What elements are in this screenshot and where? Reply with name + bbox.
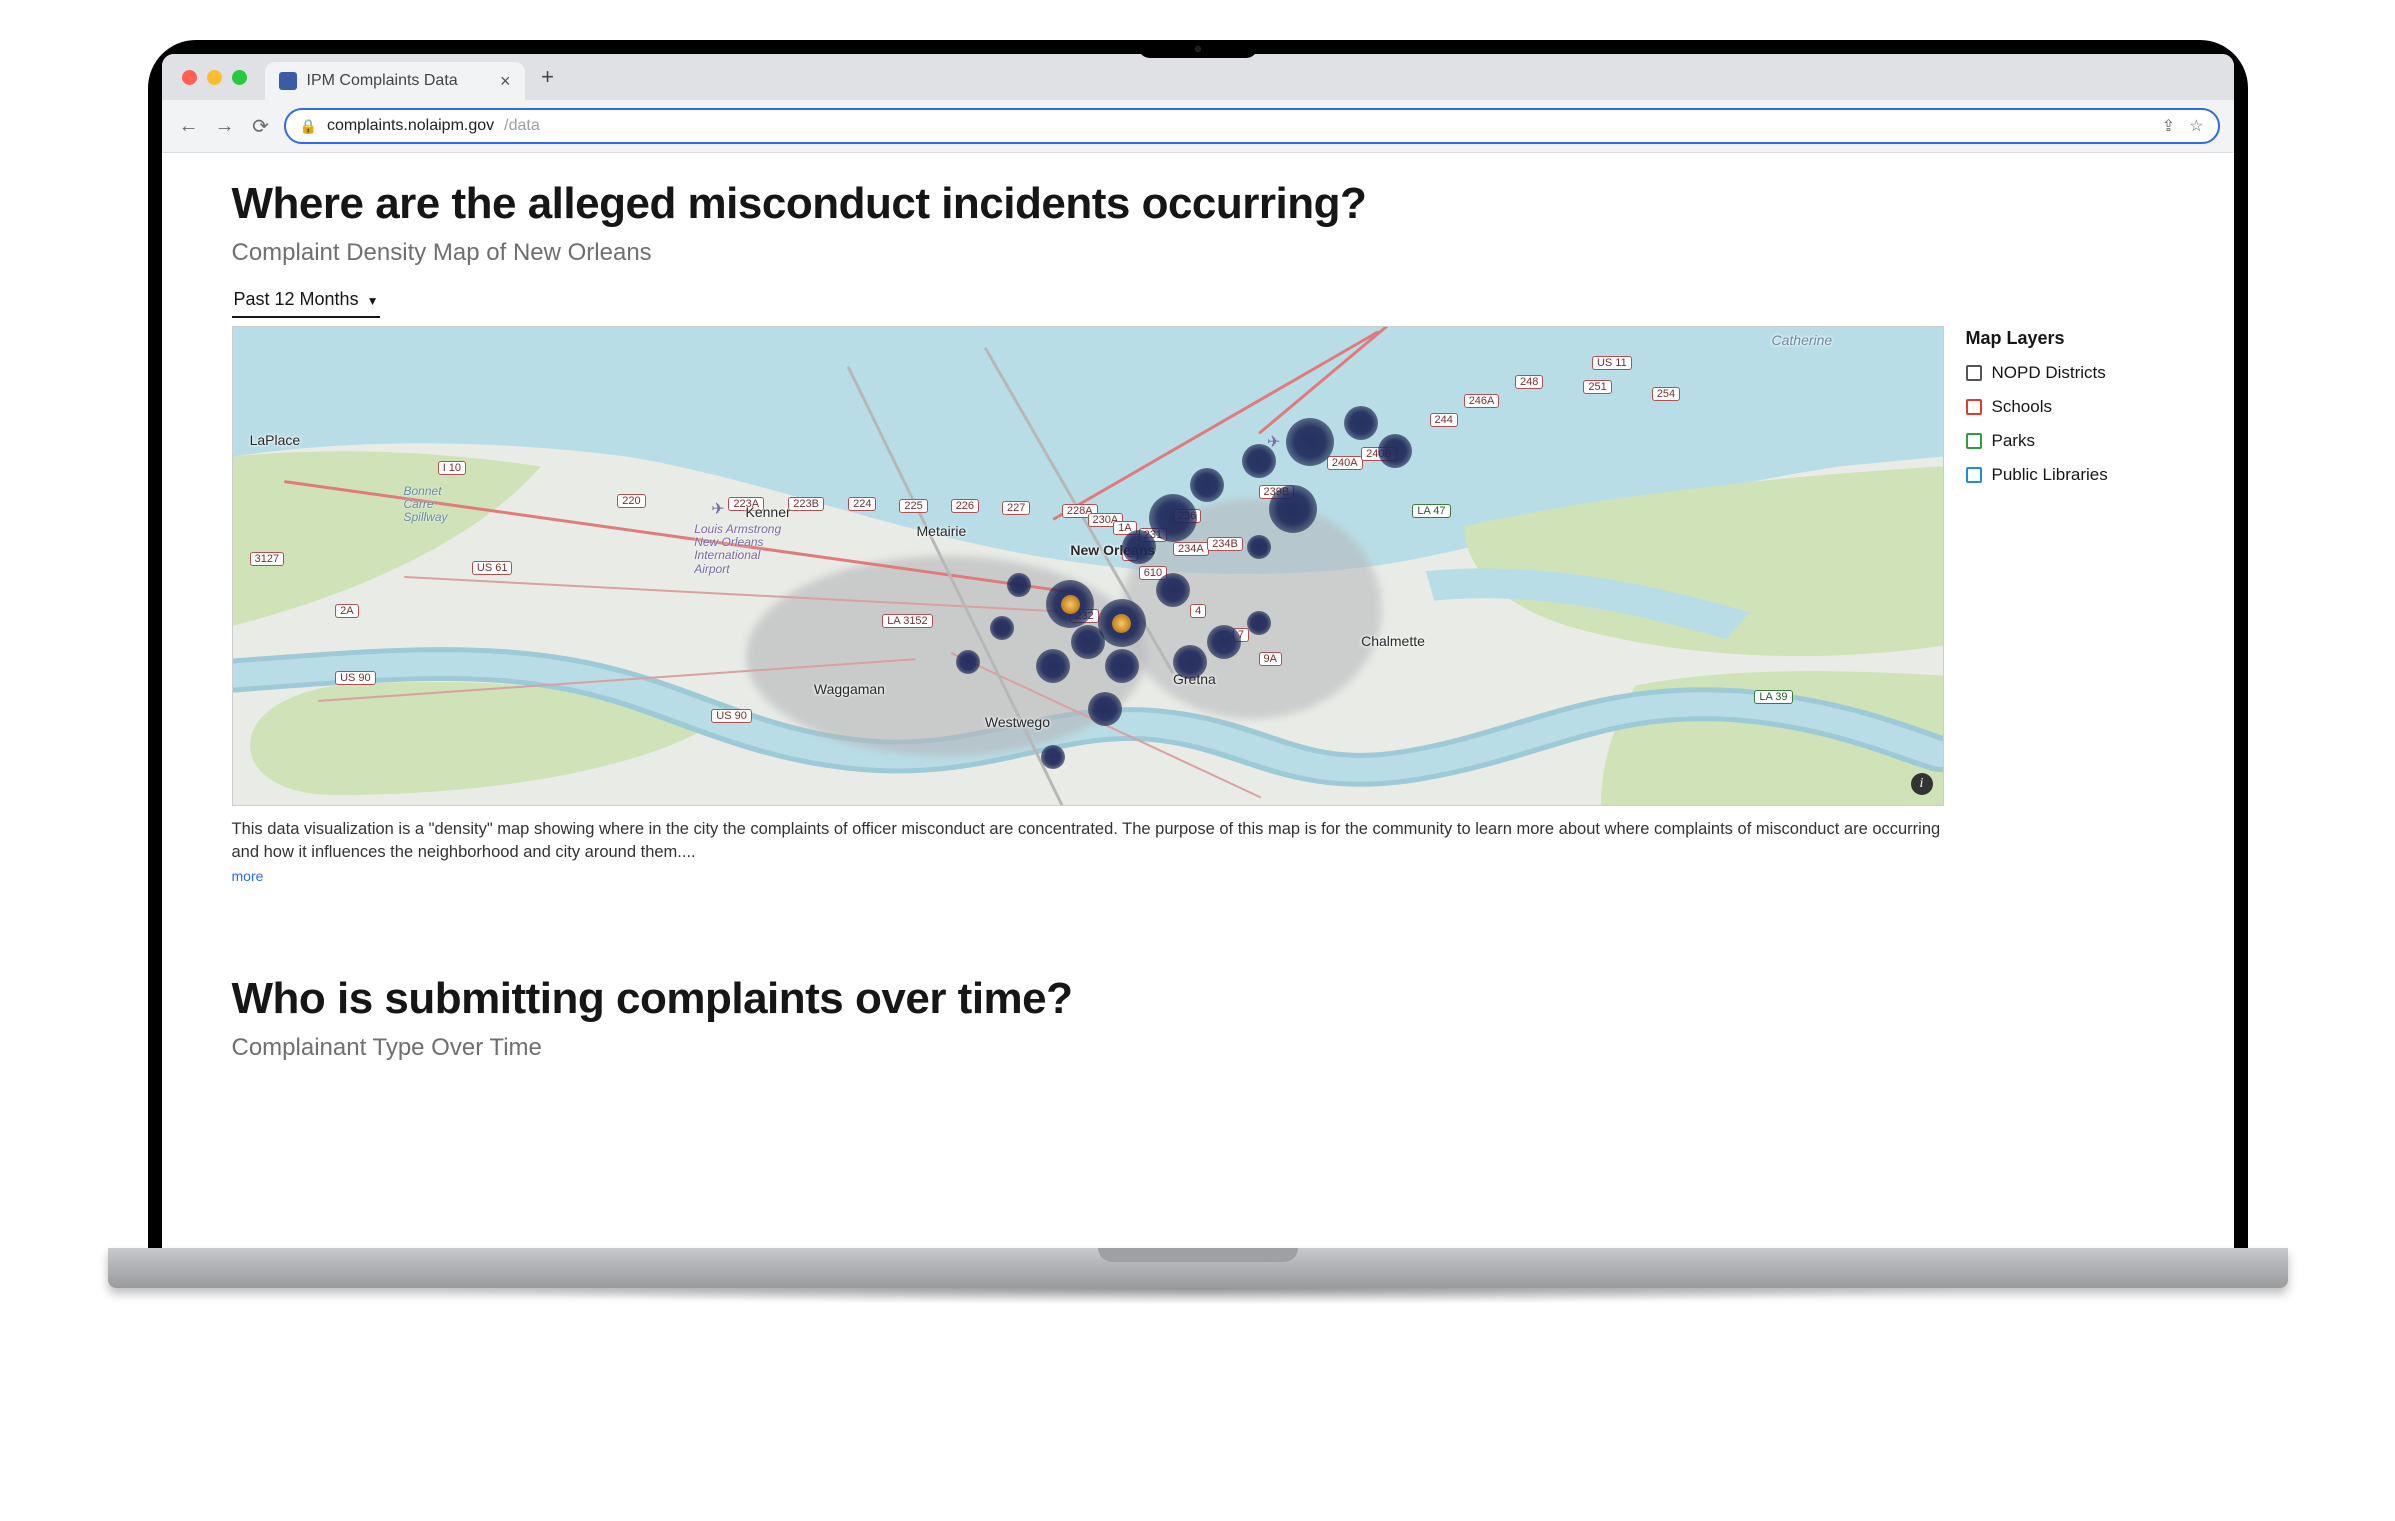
heat-point <box>1286 418 1334 466</box>
legend-item-nopd[interactable]: NOPD Districts <box>1966 363 2164 383</box>
legend-swatch <box>1966 365 1982 381</box>
heat-point <box>1105 649 1139 683</box>
heat-layer <box>233 327 1943 805</box>
heat-point <box>1242 444 1276 478</box>
heat-point <box>1098 599 1146 647</box>
time-range-value: Past 12 Months <box>234 289 359 310</box>
chevron-down-icon: ▼ <box>367 294 379 308</box>
legend-swatch <box>1966 467 1982 483</box>
legend-item-libraries[interactable]: Public Libraries <box>1966 465 2164 485</box>
share-icon[interactable]: ⇪ <box>2162 116 2175 136</box>
lock-icon: 🔒 <box>300 118 317 135</box>
legend-item-schools[interactable]: Schools <box>1966 397 2164 417</box>
heat-point <box>1041 745 1065 769</box>
map-info-button[interactable]: i <box>1911 773 1933 795</box>
tab-close-icon[interactable]: × <box>500 72 511 90</box>
maximize-window-button[interactable] <box>232 70 247 85</box>
browser-tab-strip: IPM Complaints Data × + <box>162 54 2234 100</box>
heat-point <box>1122 530 1156 564</box>
heat-point <box>1190 468 1224 502</box>
heat-point <box>956 650 980 674</box>
reload-button[interactable]: ⟳ <box>248 114 274 139</box>
map-description: This data visualization is a "density" m… <box>232 818 1944 864</box>
window-controls <box>172 70 257 85</box>
section-subtitle: Complainant Type Over Time <box>232 1034 2164 1062</box>
legend-label: Parks <box>1992 431 2035 451</box>
section-title: Where are the alleged misconduct inciden… <box>232 179 2164 229</box>
browser-toolbar: ← → ⟳ 🔒 complaints.nolaipm.gov/data ⇪ ☆ <box>162 100 2234 153</box>
heat-point <box>1378 434 1412 468</box>
time-range-dropdown[interactable]: Past 12 Months ▼ <box>232 285 381 318</box>
heat-point <box>990 616 1014 640</box>
legend-label: Public Libraries <box>1992 465 2108 485</box>
heat-point <box>1173 645 1207 679</box>
heat-point <box>1071 625 1105 659</box>
heat-point <box>1344 406 1378 440</box>
close-window-button[interactable] <box>182 70 197 85</box>
section-title: Who is submitting complaints over time? <box>232 974 2164 1024</box>
heat-point <box>1269 485 1317 533</box>
legend-label: Schools <box>1992 397 2052 417</box>
new-tab-button[interactable]: + <box>533 62 563 92</box>
address-bar[interactable]: 🔒 complaints.nolaipm.gov/data ⇪ ☆ <box>284 108 2220 144</box>
heat-point <box>1036 649 1070 683</box>
legend-item-parks[interactable]: Parks <box>1966 431 2164 451</box>
heat-point <box>1156 573 1190 607</box>
map-layers-legend: Map Layers NOPD Districts Schools <box>1966 326 2164 806</box>
legend-title: Map Layers <box>1966 328 2164 349</box>
heat-point <box>1088 692 1122 726</box>
legend-label: NOPD Districts <box>1992 363 2106 383</box>
heat-point <box>1247 535 1271 559</box>
forward-button[interactable]: → <box>212 115 238 138</box>
more-link[interactable]: more <box>232 868 2164 884</box>
url-path: /data <box>504 117 540 135</box>
bookmark-icon[interactable]: ☆ <box>2189 116 2203 136</box>
heat-point <box>1247 611 1271 635</box>
back-button[interactable]: ← <box>176 115 202 138</box>
heat-point <box>1149 494 1197 542</box>
tab-favicon <box>279 72 297 90</box>
legend-swatch <box>1966 399 1982 415</box>
section-subtitle: Complaint Density Map of New Orleans <box>232 239 2164 267</box>
heat-point <box>1007 573 1031 597</box>
laptop-mockup: IPM Complaints Data × + ← → ⟳ 🔒 complain… <box>148 40 2248 1312</box>
density-map[interactable]: I 10 US 61 3127 LA 3152 US 90 US 90 US 1… <box>232 326 1944 806</box>
browser-chrome: IPM Complaints Data × + ← → ⟳ 🔒 complain… <box>162 54 2234 153</box>
heat-point <box>1207 625 1241 659</box>
url-host: complaints.nolaipm.gov <box>327 117 494 135</box>
minimize-window-button[interactable] <box>207 70 222 85</box>
heat-point <box>1046 580 1094 628</box>
tab-title: IPM Complaints Data <box>307 72 458 90</box>
browser-tab[interactable]: IPM Complaints Data × <box>265 62 525 100</box>
page-content: Where are the alleged misconduct inciden… <box>162 153 2234 1248</box>
legend-swatch <box>1966 433 1982 449</box>
